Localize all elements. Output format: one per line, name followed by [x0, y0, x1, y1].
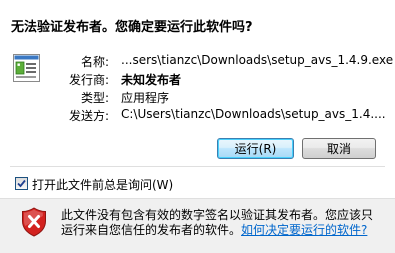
separator	[10, 166, 385, 167]
field-name-label: 名称:	[80, 55, 109, 69]
always-ask-label: 打开此文件前总是询问(W)	[32, 178, 174, 192]
field-from-row: 发送方: C:\Users\tianzc\Downloads\setup_avs…	[0, 107, 395, 125]
cancel-button[interactable]: 取消	[302, 138, 376, 159]
warning-line-2-text: 运行来自您信任的发布者的软件。	[61, 223, 242, 237]
dialog-heading: 无法验证发布者。您确定要运行此软件吗?	[11, 20, 253, 35]
field-type-value: 应用程序	[121, 91, 170, 105]
field-publisher-row: 发行商: 未知发布者	[0, 71, 395, 89]
warning-message: 此文件没有包含有效的数字签名以验证其发布者。您应该只 运行来自您信任的发布者的软…	[61, 208, 391, 238]
field-publisher-value: 未知发布者	[121, 73, 182, 87]
field-type-row: 类型: 应用程序	[0, 89, 395, 107]
field-type-label: 类型:	[80, 91, 109, 105]
checkmark-icon	[17, 179, 26, 188]
run-button[interactable]: 运行(R)	[217, 138, 294, 159]
security-warning-dialog: 无法验证发布者。您确定要运行此软件吗? 名称: ...sers\tianzc\D…	[0, 0, 395, 253]
always-ask-checkbox[interactable]	[15, 177, 28, 190]
field-publisher-label: 发行商:	[68, 73, 109, 87]
warning-line-2: 运行来自您信任的发布者的软件。如何决定要运行的软件?	[61, 223, 391, 238]
warning-line-1: 此文件没有包含有效的数字签名以验证其发布者。您应该只	[61, 208, 374, 222]
field-name-row: 名称: ...sers\tianzc\Downloads\setup_avs_1…	[0, 53, 395, 71]
security-shield-x-icon	[21, 207, 47, 237]
field-from-value: C:\Users\tianzc\Downloads\setup_avs_1.4.…	[121, 107, 386, 121]
how-to-decide-link[interactable]: 如何决定要运行的软件?	[241, 223, 367, 237]
field-from-label: 发送方:	[68, 109, 109, 123]
field-name-value: ...sers\tianzc\Downloads\setup_avs_1.4.9…	[121, 53, 394, 67]
